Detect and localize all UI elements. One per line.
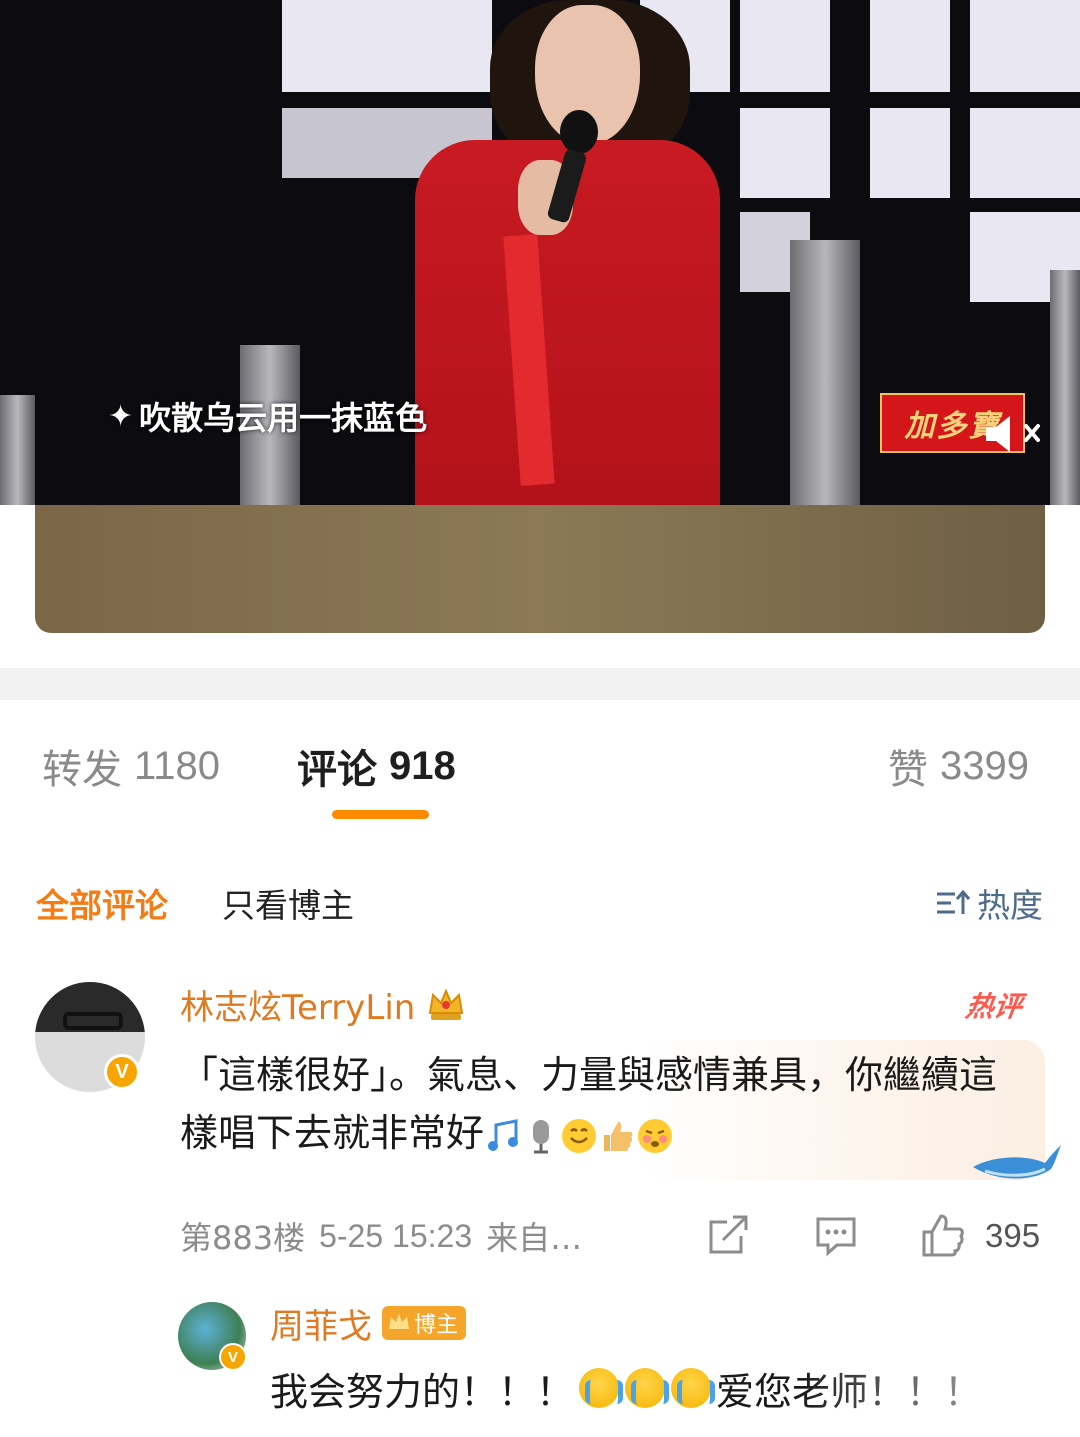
tab-repost-label: 转发 — [42, 747, 122, 793]
reply-text-a: 我会努力的！！！ — [270, 1369, 575, 1414]
like-icon[interactable] — [920, 1212, 966, 1258]
lyric-text: 吹散乌云用一抹蓝色 — [139, 399, 428, 437]
crying-emoji-icon — [579, 1368, 624, 1408]
hot-comment-tag: 热评 — [963, 990, 1025, 1023]
comment-time: 5-25 15:23 — [319, 1217, 473, 1254]
username-text: 林志炫TerryLin — [180, 987, 416, 1028]
comment-meta: 第883楼 5-25 15:23 来自… — [180, 1212, 582, 1260]
reply-username[interactable]: 周菲戈 博主 — [270, 1300, 467, 1347]
video-player[interactable]: ✦ 吹散乌云用一抹蓝色 加多寶 — [0, 0, 1080, 505]
share-icon[interactable] — [705, 1212, 751, 1258]
crown-icon — [389, 1314, 409, 1329]
comment-body: 「這樣很好」。氣息、力量與感情兼具，你繼續這樣唱下去就非常好 — [180, 1046, 1010, 1162]
watermark-fade — [800, 1350, 1080, 1437]
crown-icon — [429, 988, 464, 1020]
reply-username-text: 周菲戈 — [270, 1306, 372, 1347]
filter-blogger-only[interactable]: 只看博主 — [222, 880, 354, 926]
tab-comments[interactable]: 评论 918 — [297, 738, 456, 794]
like-count: 395 — [985, 1217, 1041, 1254]
sort-by-hotness-button[interactable]: 热度 — [935, 880, 1043, 926]
verified-badge-icon: V — [104, 1054, 140, 1090]
smile-emoji-icon — [562, 1118, 597, 1153]
lyric-subtitle: ✦ 吹散乌云用一抹蓝色 — [108, 392, 427, 440]
tab-likes-label: 赞 — [888, 747, 928, 793]
crying-emoji-icon — [625, 1368, 670, 1408]
crying-emoji-icon — [671, 1368, 716, 1408]
tab-likes[interactable]: 赞 3399 — [888, 738, 1029, 794]
comment-username[interactable]: 林志炫TerryLin — [180, 980, 467, 1028]
sparkle-icon: ✦ — [108, 398, 134, 434]
reply-comment-icon[interactable] — [813, 1212, 859, 1258]
tab-comments-count: 918 — [389, 743, 456, 788]
thumbs-up-emoji-icon — [604, 1121, 633, 1151]
blogger-badge: 博主 — [382, 1306, 467, 1340]
tab-comments-label: 评论 — [297, 747, 377, 793]
microphone-icon — [533, 1119, 550, 1153]
blogger-badge-label: 博主 — [414, 1313, 459, 1338]
sort-icon — [937, 889, 971, 914]
mute-speaker-icon[interactable] — [982, 412, 1046, 456]
tab-repost[interactable]: 转发 1180 — [42, 738, 220, 794]
tab-repost-count: 1180 — [134, 743, 221, 788]
active-tab-indicator — [332, 810, 429, 819]
blush-emoji-icon — [638, 1118, 673, 1153]
section-divider — [0, 668, 1080, 700]
verified-badge-icon: V — [219, 1343, 247, 1371]
tab-likes-count: 3399 — [940, 743, 1029, 788]
sort-label: 热度 — [977, 886, 1043, 925]
music-note-icon — [488, 1118, 519, 1151]
floor-number: 第883楼 — [180, 1219, 306, 1257]
comment-source: 来自… — [486, 1219, 583, 1257]
filter-all-comments[interactable]: 全部评论 — [36, 880, 168, 926]
microphone — [546, 110, 598, 224]
video-thumbnail-strip — [35, 505, 1045, 633]
